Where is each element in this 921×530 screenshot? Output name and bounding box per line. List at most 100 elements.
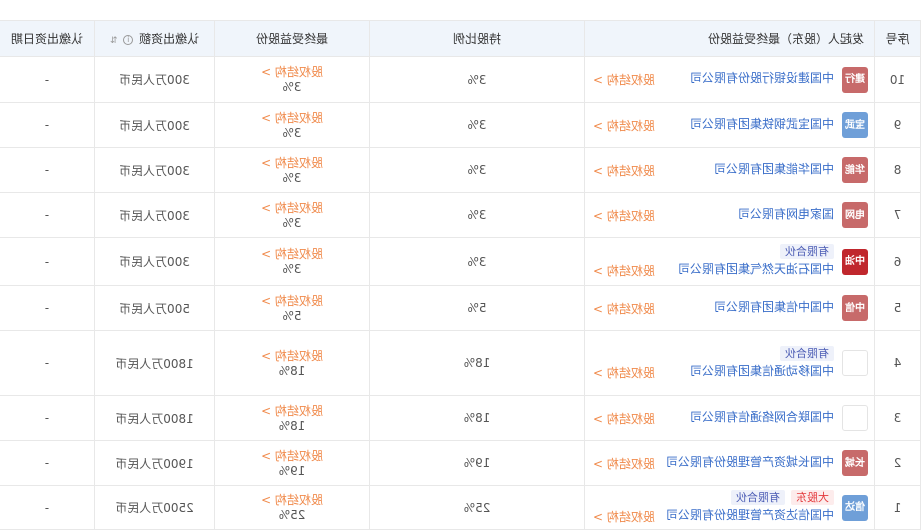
company-logo[interactable]: 移动 (842, 350, 868, 376)
name-line: 国家电网有限公司 股权结构 > (593, 207, 834, 224)
equity-structure-link[interactable]: 股权结构 > (593, 162, 655, 179)
ratio-cell: 3% (369, 102, 585, 148)
table-row: 8 华能 中国华能集团有限公司 股权结构 > 3% 股权结构 > 3% 300万… (0, 147, 921, 193)
penetration-link[interactable]: 股权结构 > (215, 493, 369, 508)
date-cell: - (0, 330, 95, 396)
company-logo[interactable]: 中信 (842, 295, 868, 321)
penetration-link[interactable]: 股权结构 > (215, 247, 369, 262)
penetration-link[interactable]: 股权结构 > (215, 111, 369, 126)
capital-cell: 2500万人民币 (94, 485, 215, 530)
company-name-link[interactable]: 中国信达资产管理股份有限公司 (666, 508, 834, 523)
penetration-link[interactable]: 股权结构 > (215, 349, 369, 364)
tag-list: 有限合伙 (593, 345, 834, 361)
company-cell: 联通 中国联合网络通信有限公司 股权结构 > (584, 395, 875, 441)
equity-structure-link[interactable]: 股权结构 > (593, 117, 655, 134)
capital-cell: 1800万人民币 (94, 330, 215, 396)
ratio-cell: 18% (369, 330, 585, 396)
company-cell: 中信 中国中信集团有限公司 股权结构 > (584, 285, 875, 331)
company-logo[interactable]: 信达 (842, 494, 868, 521)
company-wrap: 宝武 中国宝武钢铁集团有限公司 股权结构 > (585, 108, 874, 142)
penetration-value: 3% (282, 262, 302, 276)
company-wrap: 建行 中国建设银行股份有限公司 股权结构 > (585, 63, 874, 97)
name-line: 中国中信集团有限公司 股权结构 > (593, 300, 834, 317)
company-wrap: 中油 有限合伙 中国石油天然气集团有限公司 股权结构 > (585, 240, 874, 283)
penetration-link[interactable]: 股权结构 > (215, 156, 369, 171)
company-logo[interactable]: 电网 (842, 202, 868, 228)
header-capital[interactable]: 认缴出资额 i ⇅ (94, 20, 215, 57)
penetration-value: 18% (278, 363, 306, 378)
penetration-link[interactable]: 股权结构 > (215, 449, 369, 464)
company-info: 有限合伙 中国石油天然气集团有限公司 股权结构 > (593, 244, 834, 279)
company-cell: 信达 大股东 有限合伙 中国信达资产管理股份有限公司 股权结构 > (584, 485, 875, 530)
company-logo[interactable]: 联通 (842, 405, 868, 431)
ratio-cell: 25% (369, 485, 585, 530)
equity-structure-link[interactable]: 股权结构 > (593, 508, 655, 525)
company-wrap: 中信 中国中信集团有限公司 股权结构 > (585, 291, 874, 325)
sort-icon[interactable]: ⇅ (110, 36, 118, 46)
equity-structure-link[interactable]: 股权结构 > (593, 455, 655, 472)
equity-structure-link[interactable]: 股权结构 > (593, 300, 655, 317)
ratio-cell: 5% (369, 285, 585, 331)
name-line: 中国石油天然气集团有限公司 股权结构 > (593, 262, 834, 279)
row-index: 1 (874, 485, 921, 530)
company-logo[interactable]: 宝武 (842, 112, 868, 138)
company-name-link[interactable]: 中国宝武钢铁集团有限公司 (690, 117, 834, 132)
company-logo[interactable]: 建行 (842, 66, 868, 93)
company-cell: 建行 中国建设银行股份有限公司 股权结构 > (584, 56, 875, 103)
mirrored-view: 序号 发起人（股东）最终受益股份 持股比例 最终受益股份 认缴出资额 i ⇅ 认… (0, 0, 921, 530)
penetration-cell: 股权结构 > 18% (214, 330, 370, 396)
equity-structure-link[interactable]: 股权结构 > (593, 207, 655, 224)
company-name-link[interactable]: 中国长城资产管理股份有限公司 (666, 455, 834, 470)
company-name-link[interactable]: 中国建设银行股份有限公司 (690, 71, 834, 86)
company-name-link[interactable]: 中国华能集团有限公司 (714, 162, 834, 177)
penetration-value: 25% (278, 508, 306, 522)
row-index: 10 (874, 56, 921, 103)
company-tag: 有限合伙 (780, 345, 834, 361)
company-name-link[interactable]: 国家电网有限公司 (738, 207, 834, 222)
penetration-value: 3% (282, 80, 302, 94)
tag-list: 有限合伙 (593, 244, 834, 259)
shareholder-panel: 序号 发起人（股东）最终受益股份 持股比例 最终受益股份 认缴出资额 i ⇅ 认… (0, 0, 921, 530)
equity-structure-link[interactable]: 股权结构 > (593, 71, 655, 88)
company-name-link[interactable]: 中国联合网络通信有限公司 (690, 410, 834, 425)
date-cell: - (0, 237, 95, 286)
equity-structure-link[interactable]: 股权结构 > (593, 410, 655, 427)
penetration-link[interactable]: 股权结构 > (215, 201, 369, 216)
company-wrap: 信达 大股东 有限合伙 中国信达资产管理股份有限公司 股权结构 > (585, 486, 874, 529)
penetration-cell: 股权结构 > 3% (214, 192, 370, 238)
ratio-cell: 3% (369, 237, 585, 286)
capital-cell: 500万人民币 (94, 285, 215, 331)
equity-structure-link[interactable]: 股权结构 > (593, 262, 655, 279)
company-cell: 电网 国家电网有限公司 股权结构 > (584, 192, 875, 238)
ratio-cell: 18% (369, 395, 585, 441)
company-info: 中国联合网络通信有限公司 股权结构 > (593, 410, 834, 427)
penetration-value: 3% (282, 170, 302, 185)
name-line: 中国长城资产管理股份有限公司 股权结构 > (593, 455, 834, 472)
info-icon[interactable]: i (123, 34, 134, 45)
penetration-cell: 股权结构 > 18% (214, 395, 370, 441)
company-info: 中国建设银行股份有限公司 股权结构 > (593, 71, 834, 88)
equity-structure-link[interactable]: 股权结构 > (593, 364, 655, 381)
penetration-link[interactable]: 股权结构 > (215, 65, 369, 80)
company-logo[interactable]: 中油 (842, 248, 868, 275)
capital-cell: 300万人民币 (94, 147, 215, 193)
penetration-link[interactable]: 股权结构 > (215, 294, 369, 309)
company-name-link[interactable]: 中国移动通信集团有限公司 (690, 364, 834, 379)
capital-cell: 300万人民币 (94, 56, 215, 103)
company-name-link[interactable]: 中国中信集团有限公司 (714, 300, 834, 315)
company-wrap: 电网 国家电网有限公司 股权结构 > (585, 198, 874, 232)
table-row: 3 联通 中国联合网络通信有限公司 股权结构 > 18% 股权结构 > 18% … (0, 395, 921, 441)
company-logo[interactable]: 华能 (842, 157, 868, 183)
shareholder-table: 序号 发起人（股东）最终受益股份 持股比例 最终受益股份 认缴出资额 i ⇅ 认… (0, 20, 921, 530)
company-cell: 华能 中国华能集团有限公司 股权结构 > (584, 147, 875, 193)
company-logo[interactable]: 长城 (842, 450, 868, 476)
table-row: 2 长城 中国长城资产管理股份有限公司 股权结构 > 19% 股权结构 > 19… (0, 440, 921, 486)
row-index: 4 (874, 330, 921, 396)
company-name-link[interactable]: 中国石油天然气集团有限公司 (678, 262, 834, 277)
company-tag: 大股东 (791, 490, 834, 505)
company-wrap: 联通 中国联合网络通信有限公司 股权结构 > (585, 401, 874, 435)
penetration-link[interactable]: 股权结构 > (215, 404, 369, 419)
capital-cell: 1900万人民币 (94, 440, 215, 486)
company-cell: 中油 有限合伙 中国石油天然气集团有限公司 股权结构 > (584, 237, 875, 286)
penetration-value: 5% (282, 308, 302, 323)
